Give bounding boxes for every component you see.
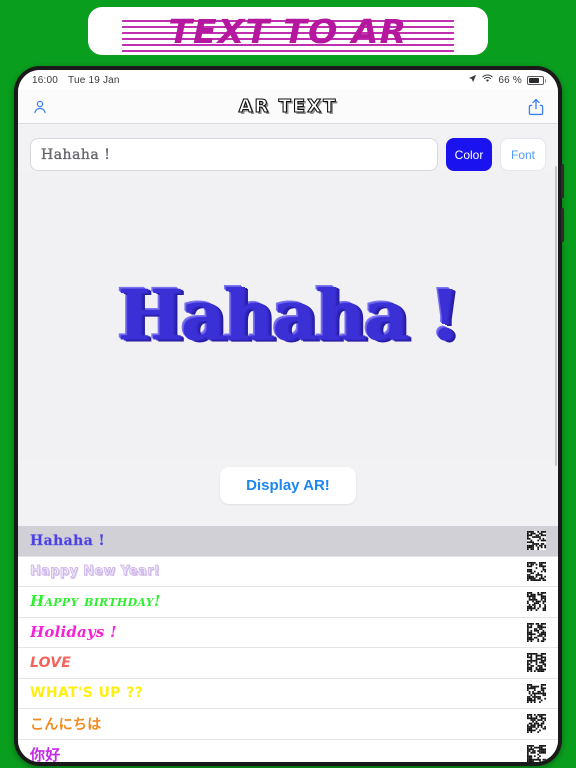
saved-text-list: Hahaha ! Happy New Year! Happy birthday! Ho… [18,526,558,762]
list-item-label: こんにちは [30,716,102,733]
battery-percent: 66 % [498,74,522,86]
list-item-label: 你好 [30,745,61,762]
battery-icon [527,75,546,85]
volume-up-button[interactable] [561,164,564,198]
qr-code-icon[interactable] [527,683,546,703]
wifi-icon [482,74,494,86]
display-ar-wrapper: Display AR! [18,461,558,504]
list-item[interactable]: こんにちは [18,709,558,740]
list-item[interactable]: LOVE [18,648,558,679]
text-input-field[interactable]: Hahaha ! [30,138,438,171]
text-preview-stage: Hahaha ! [18,171,558,461]
list-item[interactable]: WHAT'S UP ?? [18,678,558,709]
qr-code-icon[interactable] [527,531,546,551]
volume-down-button[interactable] [561,208,564,242]
text-input-value: Hahaha ! [41,146,111,163]
status-bar: 16:00 Tue 19 Jan 66 % [18,70,558,90]
banner-inner: TEXT TO AR [121,12,455,52]
qr-code-icon[interactable] [527,592,546,612]
app-banner: TEXT TO AR [88,7,488,55]
list-item[interactable]: Happy New Year! [18,556,558,587]
app-root: TEXT TO AR 16:00 Tue 19 Jan 66 % AR TEXT… [0,0,576,768]
share-icon[interactable] [528,98,544,116]
location-icon [468,74,477,86]
status-bar-left: 16:00 Tue 19 Jan [32,75,120,86]
display-ar-button[interactable]: Display AR! [220,467,356,504]
status-time: 16:00 [32,74,59,86]
text-input-row: Hahaha ! Color Font [18,124,558,171]
list-item[interactable]: 你好 [18,739,558,762]
preview-3d-text: Hahaha ! [117,275,460,357]
list-item[interactable]: Holidays ! [18,617,558,648]
device-screen: 16:00 Tue 19 Jan 66 % AR TEXT Hahaha ! C… [18,70,558,762]
list-item-label: Happy birthday! [30,592,161,611]
qr-code-icon[interactable] [527,622,546,642]
list-item-label: Happy New Year! [30,564,161,580]
qr-code-icon[interactable] [527,714,546,734]
list-item-label: LOVE [30,654,72,671]
navigation-bar: AR TEXT [18,90,558,124]
list-item[interactable]: Happy birthday! [18,587,558,618]
banner-title: TEXT TO AR [168,11,408,51]
vertical-scrollbar[interactable] [554,166,557,466]
person-icon[interactable] [32,99,48,115]
qr-code-icon[interactable] [527,744,546,762]
status-date: Tue 19 Jan [68,74,120,86]
qr-code-icon[interactable] [527,653,546,673]
color-button[interactable]: Color [446,138,492,171]
list-item-label: Holidays ! [30,622,117,641]
list-item[interactable]: Hahaha ! [18,526,558,557]
list-item-label: Hahaha ! [30,532,106,549]
font-button[interactable]: Font [500,138,546,171]
qr-code-icon[interactable] [527,561,546,581]
status-bar-right: 66 % [468,74,546,86]
list-item-label: WHAT'S UP ?? [30,685,144,702]
page-title: AR TEXT [238,95,338,117]
tablet-device-frame: 16:00 Tue 19 Jan 66 % AR TEXT Hahaha ! C… [14,66,564,766]
